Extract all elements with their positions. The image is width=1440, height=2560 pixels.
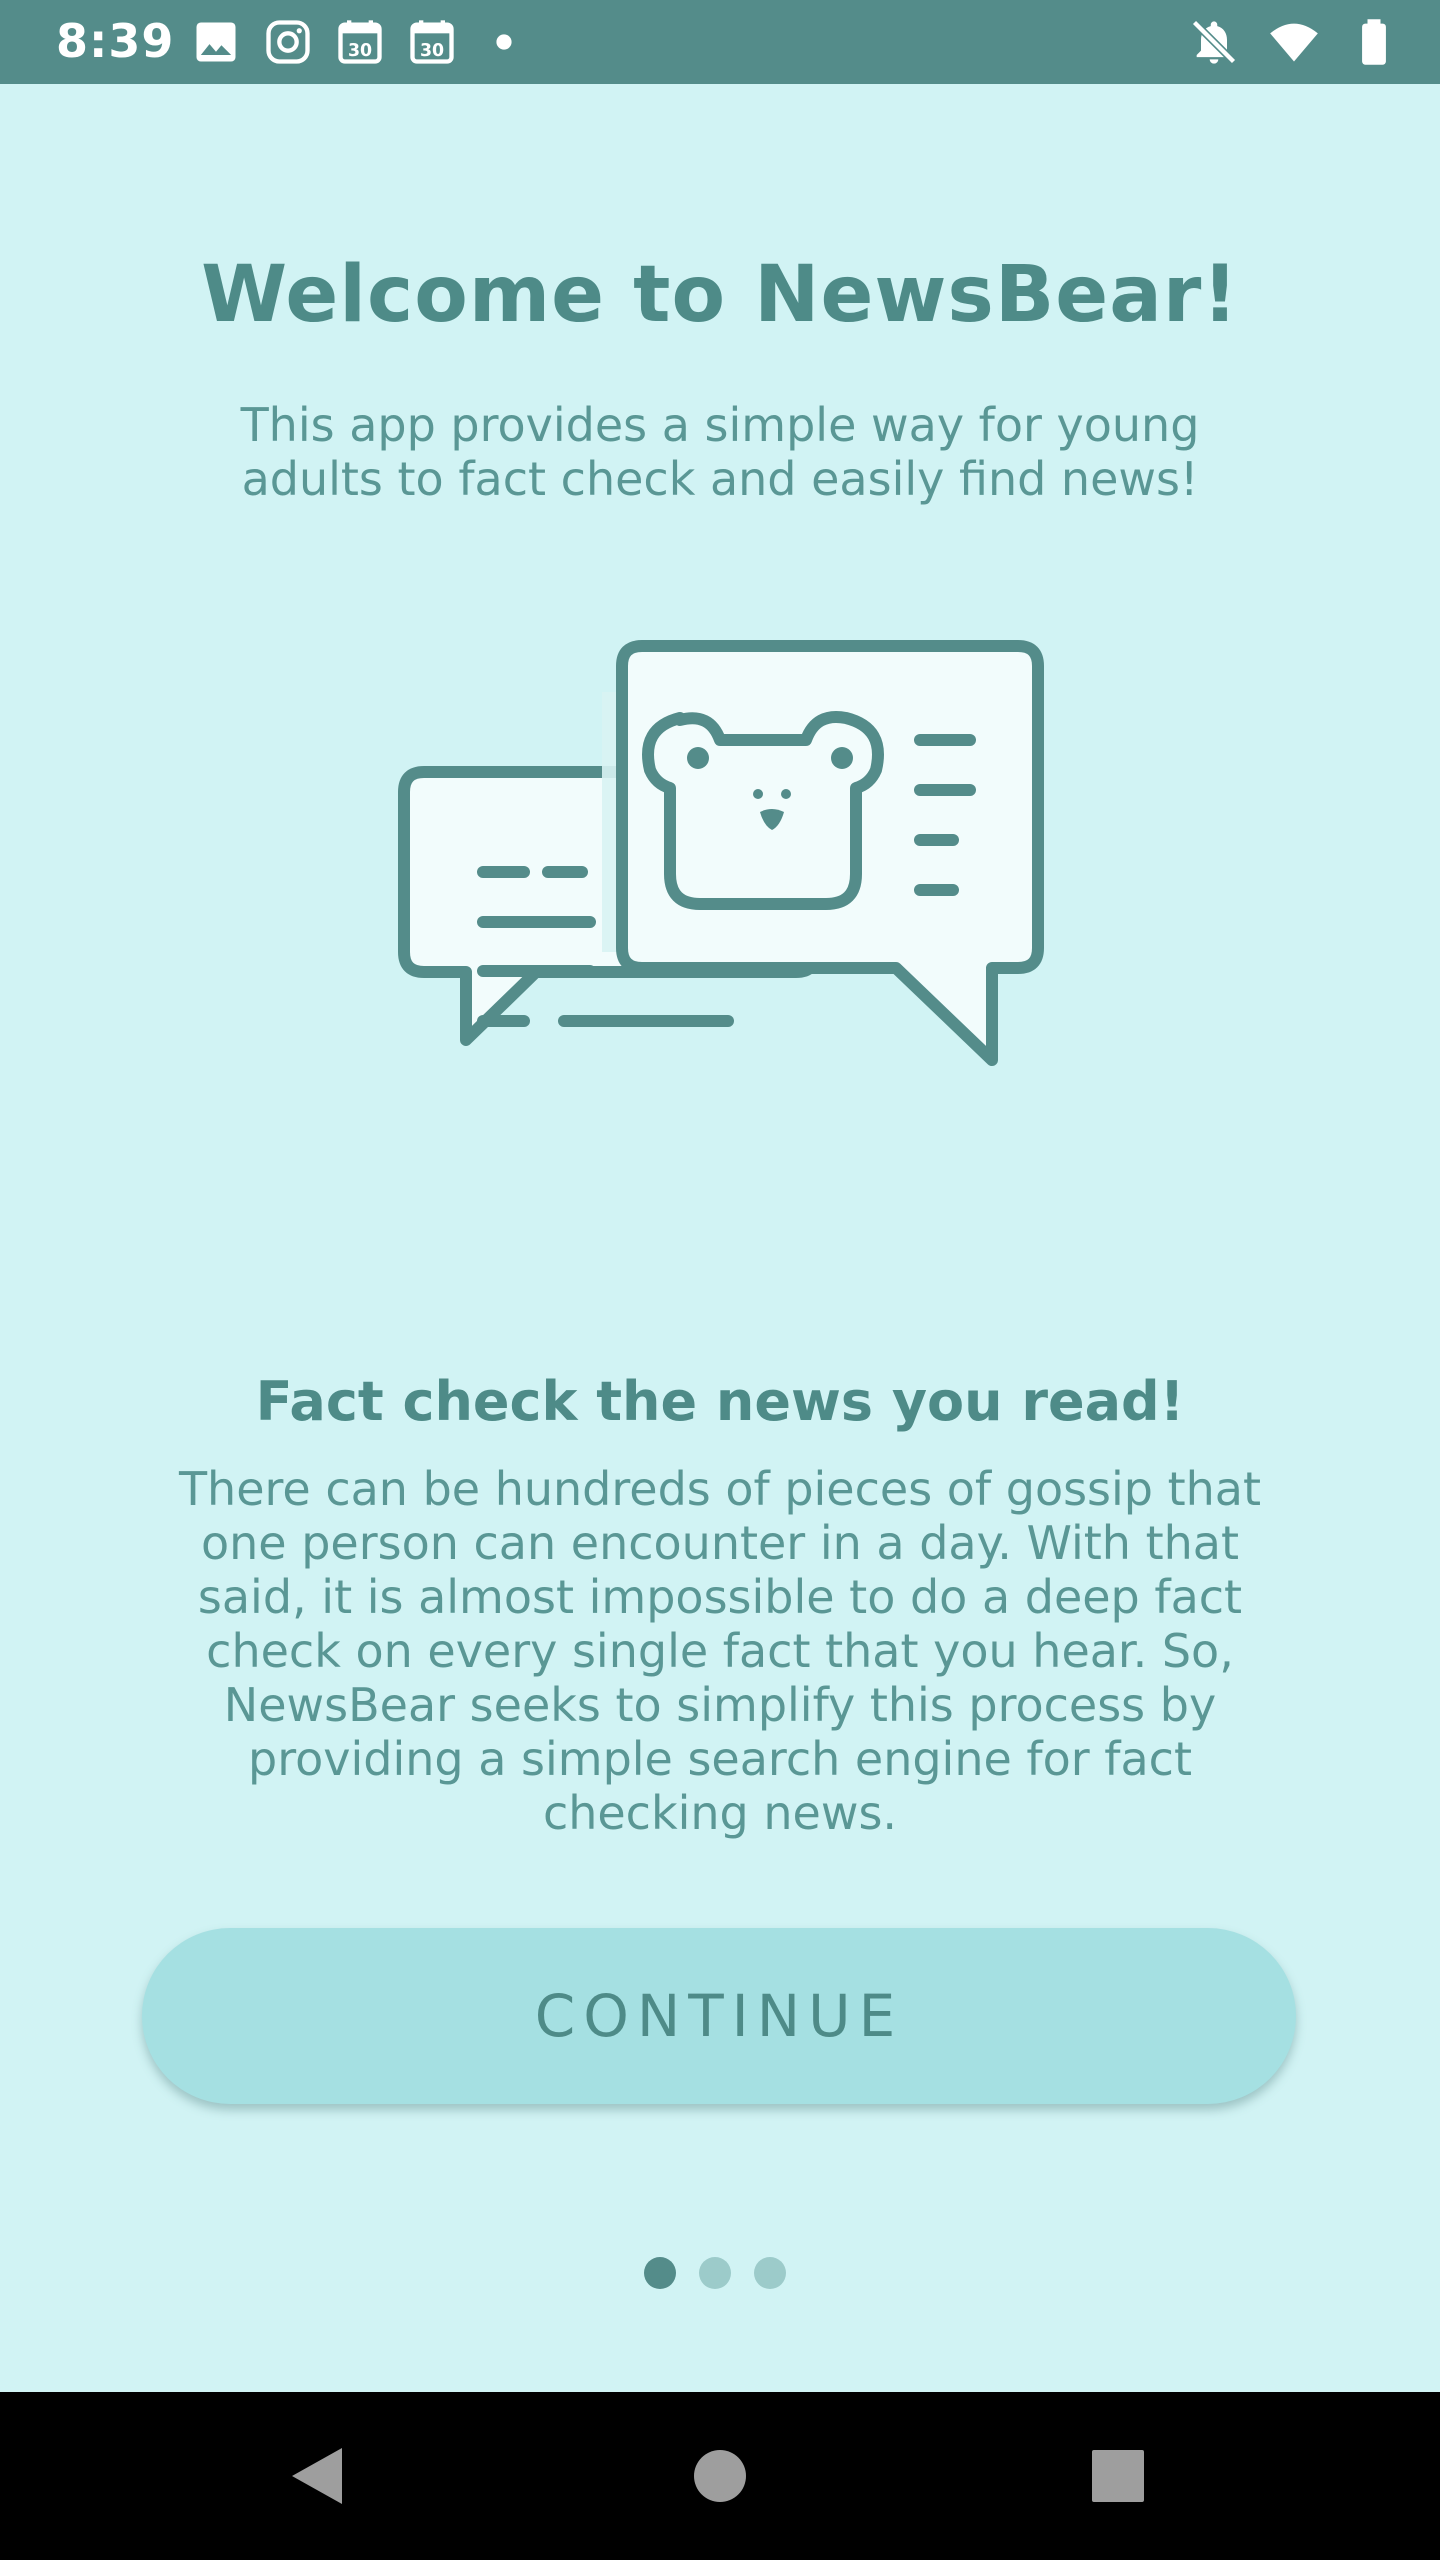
system-icons [1188,16,1400,68]
feature-description: There can be hundreds of pieces of gossi… [178,1462,1262,1840]
back-icon[interactable] [282,2440,354,2512]
status-time: 8:39 [56,14,175,68]
calendar-30-icon: 30 [406,16,458,68]
image-icon [190,16,242,68]
onboarding-screen: 8:39 30 30 Welcome to NewsBear! This app… [0,0,1440,2560]
instagram-icon [262,16,314,68]
chat-bubbles-bear-illustration [380,640,1060,1200]
wifi-icon [1268,16,1320,68]
battery-icon [1348,16,1400,68]
status-bar: 8:39 30 30 [0,0,1440,84]
page-dot-3[interactable] [754,2257,786,2289]
feature-title: Fact check the news you read! [255,1370,1185,1433]
calendar-30-icon: 30 [334,16,386,68]
page-indicator [644,2257,786,2289]
page-dot-2[interactable] [699,2257,731,2289]
notification-icons: 30 30 [190,16,530,68]
svg-text:30: 30 [348,41,372,61]
page-dot-1[interactable] [644,2257,676,2289]
welcome-subtitle: This app provides a simple way for young… [240,398,1200,506]
svg-text:30: 30 [420,41,444,61]
navigation-bar [0,2392,1440,2560]
continue-button[interactable]: CONTINUE [142,1928,1296,2104]
home-icon[interactable] [684,2440,756,2512]
recents-icon[interactable] [1082,2440,1154,2512]
dot-icon [478,16,530,68]
notifications-off-icon [1188,16,1240,68]
welcome-title: Welcome to NewsBear! [201,250,1239,340]
